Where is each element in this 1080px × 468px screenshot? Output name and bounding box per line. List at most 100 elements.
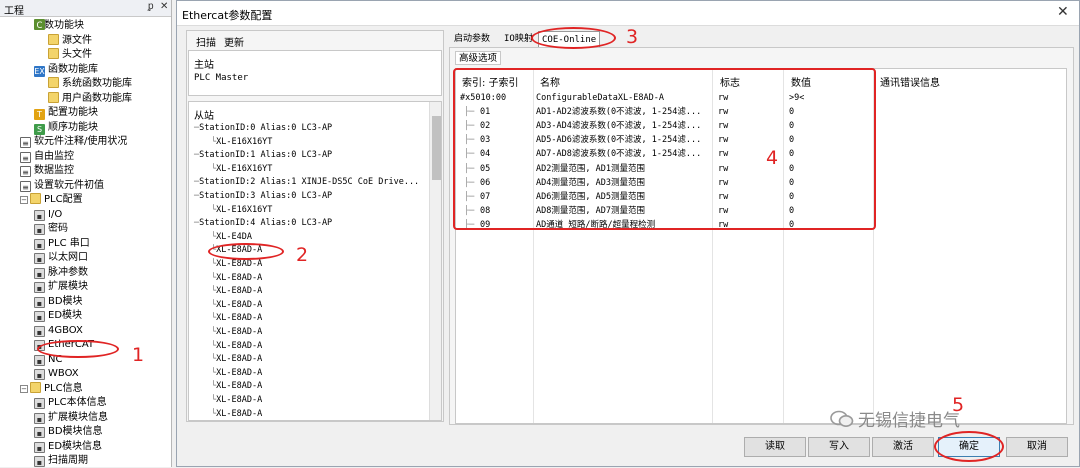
slave-module[interactable]: └XL-E16X16YT bbox=[211, 136, 272, 148]
annotation-number-2: 2 bbox=[296, 244, 309, 266]
slave-module[interactable]: └XL-E8AD-A bbox=[211, 367, 262, 379]
close-icon[interactable]: ✕ bbox=[1057, 4, 1069, 20]
tab-io-mapping[interactable]: IO映射 bbox=[504, 31, 533, 47]
tree-item[interactable]: EX 函数功能库 bbox=[34, 63, 98, 77]
tree-item-label: 顺序功能块 bbox=[48, 121, 98, 133]
slave-module[interactable]: └XL-E8AD-A bbox=[211, 272, 262, 284]
master-name[interactable]: PLC Master bbox=[194, 73, 248, 83]
slave-module[interactable]: └XL-E16X16YT bbox=[211, 163, 272, 175]
slave-module[interactable]: └XL-E16X16YT bbox=[211, 204, 272, 216]
slave-label: XL-E8AD-A bbox=[216, 313, 263, 324]
slave-module[interactable]: └XL-E8AD-A bbox=[211, 326, 262, 338]
tree-item[interactable]: ▪ ED模块信息 bbox=[34, 440, 102, 454]
tree-item-label: 扩展模块信息 bbox=[48, 411, 108, 423]
tree-item[interactable]: C 函数功能块 bbox=[34, 19, 84, 33]
device-icon: ▪ bbox=[34, 282, 45, 293]
tree-item[interactable]: S 顺序功能块 bbox=[34, 121, 98, 135]
column-header-error[interactable]: 通讯错误信息 bbox=[880, 74, 940, 89]
slave-module[interactable]: └XL-E8AD-A bbox=[211, 408, 262, 420]
annotation-oval-coe-tab bbox=[531, 27, 616, 49]
write-button[interactable]: 写入 bbox=[808, 437, 870, 457]
tree-item[interactable]: ▪ PLC 串口 bbox=[34, 237, 90, 251]
tree-item[interactable]: 用户函数功能库 bbox=[48, 91, 132, 106]
tree-item[interactable]: ▪ 扩展模块信息 bbox=[34, 411, 108, 425]
advanced-options-button[interactable]: 高级选项 bbox=[455, 51, 501, 65]
block-icon: T bbox=[34, 109, 45, 120]
tree-item-label: 自由监控 bbox=[34, 150, 74, 162]
tree-item[interactable]: ▪ 以太网口 bbox=[34, 251, 88, 265]
tree-item-label: 扩展模块 bbox=[48, 281, 88, 292]
collapse-icon[interactable]: − bbox=[20, 196, 28, 204]
annotation-number-4: 4 bbox=[766, 147, 779, 169]
slave-module[interactable]: └XL-E8AD-A bbox=[211, 258, 262, 270]
slave-module[interactable]: └XL-E8AD-A bbox=[211, 285, 262, 297]
tab-startup-params[interactable]: 启动参数 bbox=[454, 31, 490, 47]
scan-button[interactable]: 扫描 bbox=[196, 34, 216, 49]
slave-station[interactable]: ─StationID:2 Alias:1 XINJE-DS5C CoE Driv… bbox=[194, 176, 419, 188]
tree-item[interactable]: ≡ 数据监控 bbox=[20, 164, 74, 178]
tree-item[interactable]: ▪ 密码 bbox=[34, 222, 68, 236]
tree-item[interactable]: ▪ 扫描周期 bbox=[34, 454, 88, 468]
slave-label: XL-E16X16YT bbox=[216, 163, 273, 174]
tree-item-label: ED模块 bbox=[48, 310, 83, 321]
slave-label: XL-E8AD-A bbox=[216, 395, 263, 405]
tree-item[interactable]: ▪ PLC本体信息 bbox=[34, 396, 107, 410]
read-button[interactable]: 读取 bbox=[744, 437, 806, 457]
close-icon[interactable]: ✕ bbox=[160, 1, 168, 12]
tree-item[interactable]: − PLC配置 bbox=[20, 193, 83, 207]
slave-module[interactable]: └XL-E8AD-A bbox=[211, 299, 262, 311]
slave-label: XL-E8AD-A bbox=[216, 259, 263, 269]
slave-module[interactable]: └XL-E8AD-A bbox=[211, 380, 262, 392]
device-icon: ▪ bbox=[34, 398, 45, 409]
tree-item[interactable]: ▪ I/O bbox=[34, 208, 62, 222]
slave-label: XL-E8AD-A bbox=[216, 272, 263, 283]
slave-station[interactable]: ─StationID:3 Alias:0 LC3-AP bbox=[194, 190, 332, 202]
device-icon: ▪ bbox=[34, 441, 45, 453]
slave-module[interactable]: └XL-E8AD-A bbox=[211, 394, 262, 406]
pin-icon[interactable]: ᵱ bbox=[148, 1, 154, 12]
project-panel-header: 工程 ᵱ ✕ bbox=[0, 0, 171, 17]
activate-button[interactable]: 激活 bbox=[872, 437, 934, 457]
slave-module[interactable]: └XL-E8AD-A bbox=[211, 340, 262, 352]
tree-item[interactable]: ≡ 设置软元件初值 bbox=[20, 179, 104, 193]
folder-icon bbox=[48, 33, 59, 45]
tree-item[interactable]: ▪ 4GBOX bbox=[34, 324, 83, 338]
tree-item[interactable]: 源文件 bbox=[48, 33, 92, 48]
tree-item-label: 设置软元件初值 bbox=[34, 179, 104, 191]
vertical-scrollbar[interactable] bbox=[429, 102, 441, 420]
cancel-button[interactable]: 取消 bbox=[1006, 437, 1068, 457]
tree-item[interactable]: ▪ 扩展模块 bbox=[34, 280, 88, 294]
tree-item[interactable]: ≡ 自由监控 bbox=[20, 150, 74, 164]
tree-item[interactable]: 系统函数功能库 bbox=[48, 77, 132, 91]
slave-module[interactable]: └XL-E8AD-A bbox=[211, 353, 262, 365]
document-icon: ≡ bbox=[20, 137, 31, 148]
slave-station[interactable]: ─StationID:0 Alias:0 LC3-AP bbox=[194, 122, 332, 134]
tree-item[interactable]: ▪ 脉冲参数 bbox=[34, 266, 88, 280]
slave-module[interactable]: └XL-E8AD-A bbox=[211, 312, 262, 324]
device-icon: ▪ bbox=[34, 209, 45, 221]
slave-label: XL-E8AD-A bbox=[216, 381, 263, 392]
tree-item[interactable]: 头文件 bbox=[48, 48, 92, 62]
device-icon: ▪ bbox=[34, 224, 45, 235]
block-icon: EX bbox=[34, 65, 45, 77]
tree-item[interactable]: − PLC信息 bbox=[20, 381, 83, 396]
slave-label: StationID:1 Alias:0 LC3-AP bbox=[199, 150, 333, 161]
tree-item-label: 软元件注释/使用状况 bbox=[34, 136, 128, 147]
tree-item[interactable]: ▪ BD模块 bbox=[34, 295, 83, 309]
tree-item[interactable]: ▪ ED模块 bbox=[34, 309, 82, 323]
slave-label: XL-E8AD-A bbox=[216, 408, 263, 419]
tree-item[interactable]: T 配置功能块 bbox=[34, 106, 98, 120]
slave-label: StationID:0 Alias:0 LC3-AP bbox=[199, 123, 333, 133]
scrollbar-thumb[interactable] bbox=[432, 116, 441, 180]
update-button[interactable]: 更新 bbox=[224, 34, 244, 49]
watermark: 无锡信捷电气 bbox=[830, 406, 960, 431]
collapse-icon[interactable]: − bbox=[20, 384, 28, 393]
device-icon: ▪ bbox=[34, 238, 45, 250]
slave-module[interactable]: └XL-E4DA bbox=[211, 231, 252, 243]
tree-item[interactable]: ▪ WBOX bbox=[34, 367, 79, 381]
slave-station[interactable]: ─StationID:4 Alias:0 LC3-AP bbox=[194, 217, 332, 229]
annotation-oval-ok bbox=[934, 431, 1004, 462]
tree-item[interactable]: ▪ BD模块信息 bbox=[34, 425, 103, 439]
slave-station[interactable]: ─StationID:1 Alias:0 LC3-AP bbox=[194, 149, 332, 161]
tree-item[interactable]: ≡ 软元件注释/使用状况 bbox=[20, 135, 127, 149]
